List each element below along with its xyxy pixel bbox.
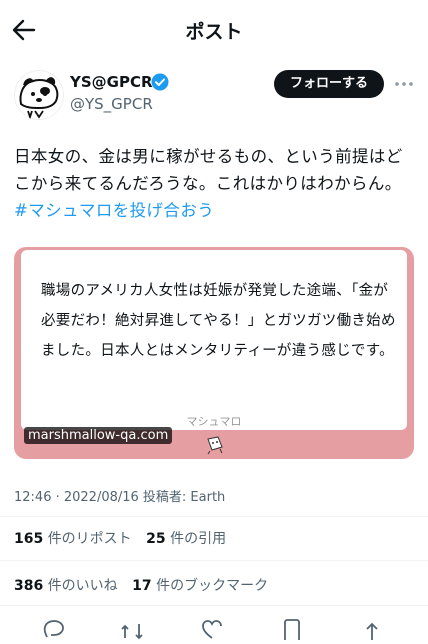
stats-row: 386 件のいいね 17 件のブックマーク: [14, 575, 278, 595]
card-domain: marshmallow-qa.com: [24, 427, 173, 444]
repost-button[interactable]: [120, 616, 144, 640]
reposts-count: 165: [14, 531, 44, 547]
divider: [0, 560, 428, 561]
link-card[interactable]: 職場のアメリカ人女性は妊娠が発覚した途端、「金が必要だわ！絶対昇進してやる！」と…: [14, 247, 414, 459]
bookmarks-count: 17: [132, 578, 152, 594]
more-icon: [395, 82, 413, 86]
display-name[interactable]: YS@GPCR: [70, 73, 153, 91]
divider: [0, 516, 428, 517]
likes-stat[interactable]: 386 件のいいね: [14, 575, 118, 595]
bookmark-icon: [284, 619, 300, 640]
likes-label: 件のいいね: [47, 578, 118, 594]
share-button[interactable]: [360, 616, 384, 640]
card-text: 職場のアメリカ人女性は妊娠が発覚した途端、「金が必要だわ！絶対昇進してやる！」と…: [41, 283, 396, 359]
user-handle[interactable]: @YS_GPCR: [70, 95, 153, 113]
follow-button[interactable]: フォローする: [274, 70, 384, 98]
bookmark-button[interactable]: [280, 616, 304, 640]
avatar-image: [14, 70, 64, 120]
bookmarks-label: 件のブックマーク: [156, 578, 269, 594]
more-button[interactable]: [394, 76, 414, 90]
reply-icon: [43, 620, 64, 638]
verified-badge-icon: [151, 73, 169, 91]
reposts-stat[interactable]: 165 件のリポスト: [14, 528, 132, 548]
tweet-body: 日本女の、金は男に稼がせるもの、という前提はどこから来てるんだろうな。これはかり…: [14, 147, 403, 193]
bookmarks-stat[interactable]: 17 件のブックマーク: [132, 575, 268, 595]
quotes-label: 件の引用: [170, 531, 227, 547]
like-button[interactable]: [200, 616, 224, 640]
stats-row: 165 件のリポスト 25 件の引用: [14, 528, 236, 548]
reply-button[interactable]: [42, 616, 66, 640]
repost-icon: [121, 624, 143, 640]
like-icon: [202, 620, 222, 639]
likes-count: 386: [14, 578, 44, 594]
divider: [0, 605, 428, 606]
quotes-stat[interactable]: 25 件の引用: [146, 528, 226, 548]
header: ポスト: [0, 0, 428, 58]
reposts-label: 件のリポスト: [47, 531, 132, 547]
quotes-count: 25: [146, 531, 166, 547]
tweet-text: 日本女の、金は男に稼がせるもの、という前提はどこから来てるんだろうな。これはかり…: [14, 143, 418, 224]
card-content: 職場のアメリカ人女性は妊娠が発覚した途端、「金が必要だわ！絶対昇進してやる！」と…: [21, 250, 407, 430]
share-icon: [366, 622, 378, 640]
page-title: ポスト: [185, 21, 243, 43]
avatar[interactable]: [14, 70, 64, 120]
marshmallow-mascot-icon: [204, 435, 226, 455]
hashtag-link[interactable]: #マシュマロを投げ合おう: [14, 201, 214, 220]
tweet-timestamp: 12:46 · 2022/08/16 投稿者: Earth: [14, 490, 226, 505]
